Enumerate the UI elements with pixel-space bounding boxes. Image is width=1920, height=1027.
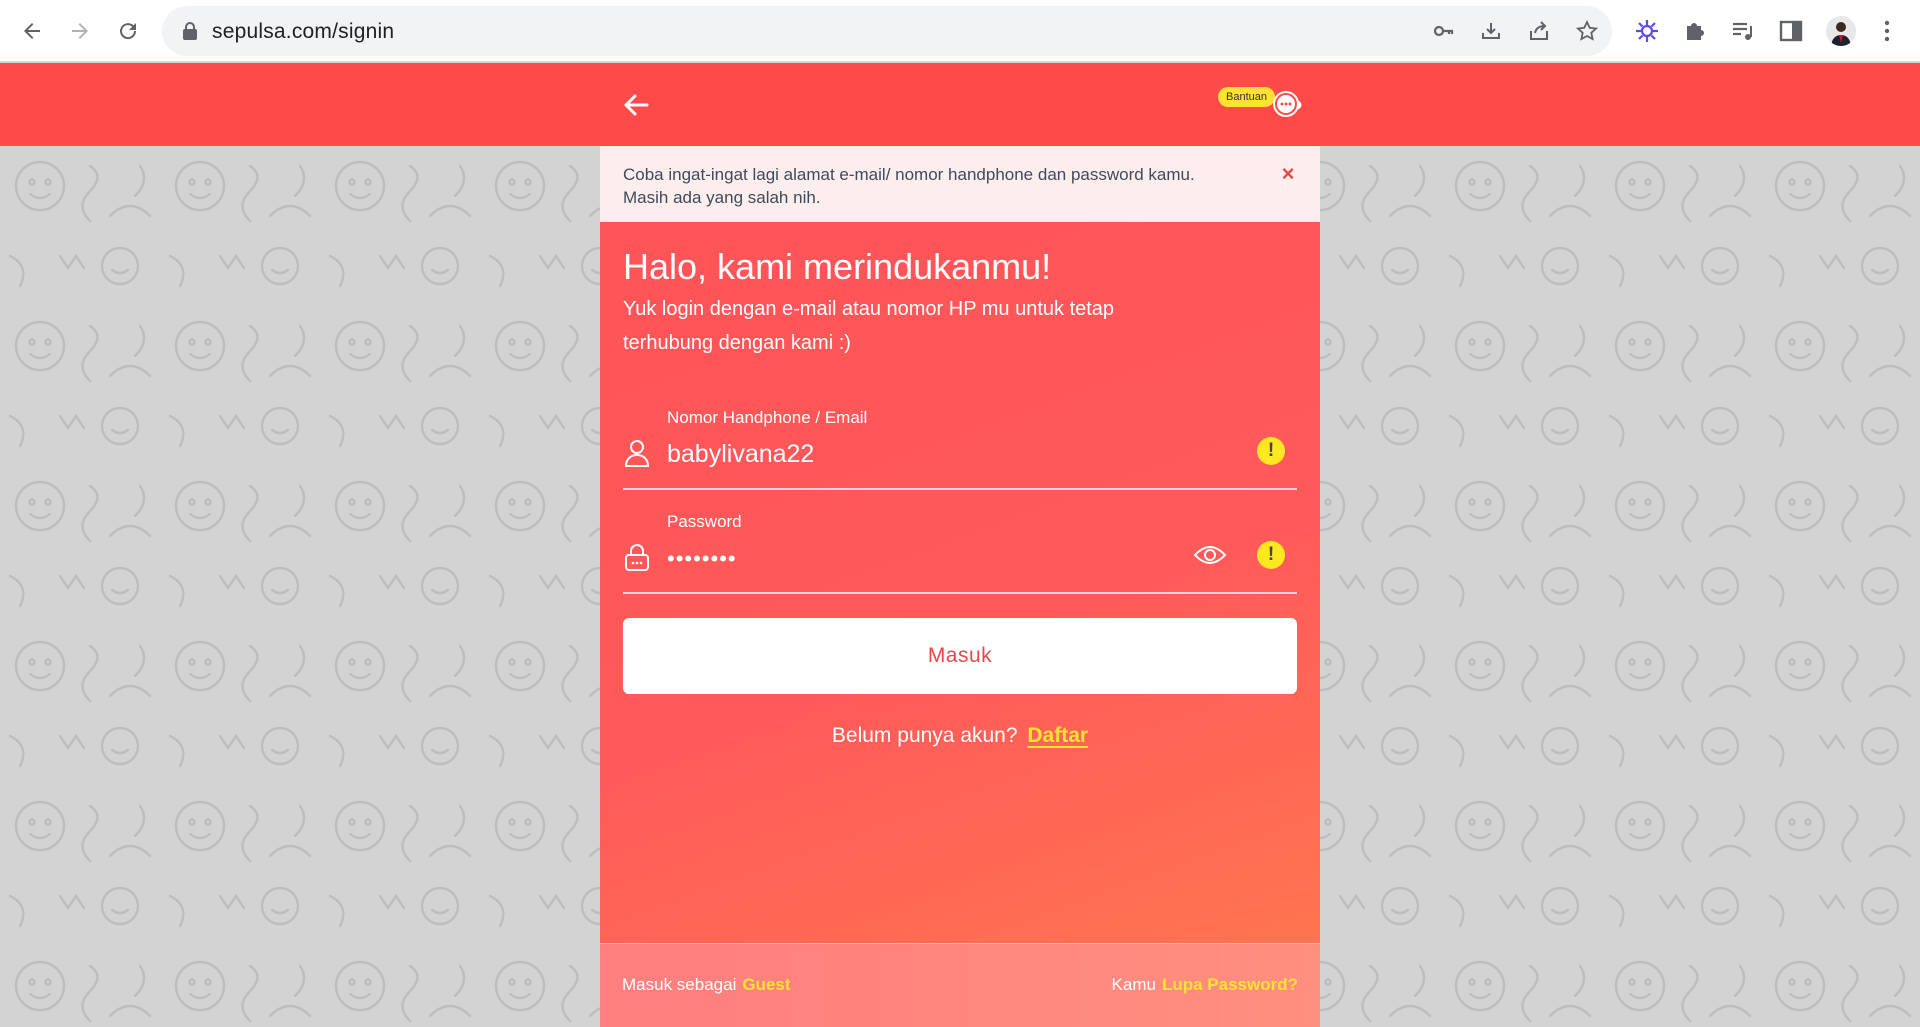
- login-button[interactable]: Masuk: [623, 618, 1297, 694]
- puzzle-icon[interactable]: [1681, 17, 1709, 45]
- lock-icon[interactable]: [182, 22, 198, 40]
- guest-link[interactable]: Guest: [742, 975, 790, 994]
- guest-row: Masuk sebagai Guest: [622, 975, 791, 995]
- password-field[interactable]: Password •••••••• !: [623, 512, 1297, 594]
- forward-icon[interactable]: [62, 13, 98, 49]
- padlock-icon: [625, 544, 649, 571]
- register-row: Belum punya akun? Daftar: [600, 724, 1320, 748]
- forgot-password-link[interactable]: Lupa Password?: [1162, 975, 1298, 994]
- register-prompt: Belum punya akun?: [831, 724, 1018, 747]
- browser-toolbar: sepulsa.com/signin: [0, 0, 1920, 62]
- footer-bar: Masuk sebagai Guest Kamu Lupa Password?: [600, 943, 1320, 1027]
- site-header: Bantuan: [0, 63, 1920, 146]
- forgot-row: Kamu Lupa Password?: [1112, 975, 1298, 995]
- close-icon[interactable]: ×: [1278, 163, 1298, 185]
- address-bar[interactable]: sepulsa.com/signin: [162, 6, 1612, 56]
- page-subtitle: Yuk login dengan e-mail atau nomor HP mu…: [623, 298, 1115, 354]
- password-label: Password: [667, 512, 742, 531]
- user-icon: [624, 440, 650, 467]
- sidepanel-icon[interactable]: [1777, 17, 1805, 45]
- menu-icon[interactable]: [1873, 17, 1901, 45]
- eye-icon[interactable]: [1193, 543, 1227, 567]
- install-icon[interactable]: [1478, 19, 1504, 43]
- arrow-left-icon[interactable]: [620, 89, 652, 121]
- key-icon[interactable]: [1430, 19, 1456, 43]
- password-input[interactable]: ••••••••: [667, 546, 737, 572]
- username-input[interactable]: babylivana22: [667, 440, 814, 469]
- avatar[interactable]: [1826, 16, 1856, 46]
- media-icon[interactable]: [1729, 17, 1757, 45]
- alert-message: Coba ingat-ingat lagi alamat e-mail/ nom…: [623, 165, 1195, 207]
- login-panel: Coba ingat-ingat lagi alamat e-mail/ nom…: [600, 146, 1320, 1027]
- username-label: Nomor Handphone / Email: [667, 408, 868, 427]
- back-icon[interactable]: [14, 13, 50, 49]
- username-field[interactable]: Nomor Handphone / Email babylivana22 !: [623, 408, 1297, 490]
- guest-prefix: Masuk sebagai: [622, 975, 737, 994]
- extension-gear-icon[interactable]: [1633, 17, 1661, 45]
- warning-icon: !: [1257, 437, 1285, 465]
- warning-icon: !: [1257, 541, 1285, 569]
- error-alert: Coba ingat-ingat lagi alamat e-mail/ nom…: [600, 146, 1320, 222]
- page-title: Halo, kami merindukanmu!: [623, 246, 1052, 287]
- reload-icon[interactable]: [110, 13, 146, 49]
- register-link[interactable]: Daftar: [1027, 724, 1088, 747]
- help-badge[interactable]: Bantuan: [1218, 87, 1275, 107]
- url-text[interactable]: sepulsa.com/signin: [212, 20, 394, 44]
- star-icon[interactable]: [1574, 19, 1600, 43]
- chat-bubble-icon[interactable]: [1270, 87, 1304, 121]
- share-icon[interactable]: [1526, 19, 1552, 43]
- forgot-prefix: Kamu: [1111, 975, 1156, 994]
